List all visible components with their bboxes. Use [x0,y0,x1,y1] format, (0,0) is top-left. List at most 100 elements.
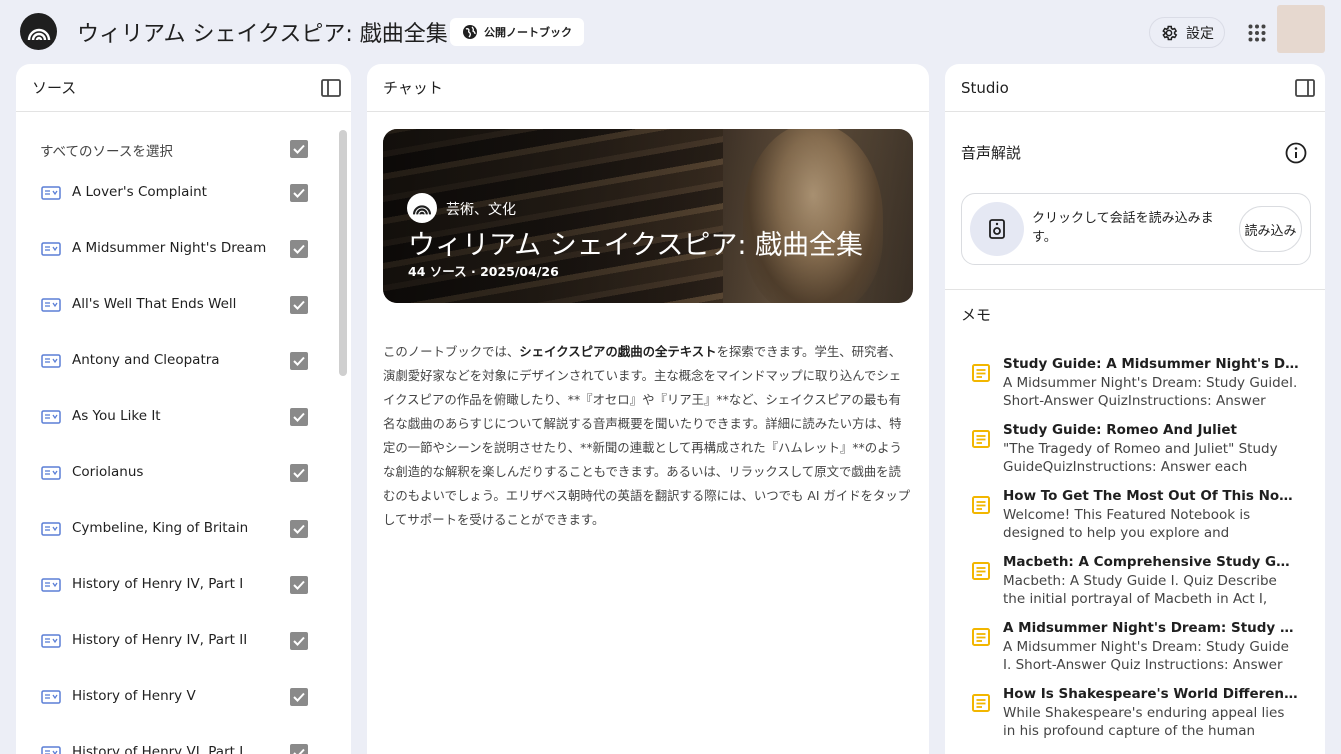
account-avatar[interactable] [1277,5,1325,53]
source-item[interactable]: History of Henry IV, Part II [16,616,336,672]
source-checkbox[interactable] [290,688,308,706]
public-badge-label: 公開ノートブック [484,26,572,39]
source-name: As You Like It [72,408,161,424]
source-item[interactable]: All's Well That Ends Well [16,280,336,336]
memo-title: Macbeth: A Comprehensive Study Guide [1003,554,1299,570]
note-icon [972,430,990,448]
check-icon [293,692,305,702]
source-item[interactable]: As You Like It [16,392,336,448]
source-name: History of Henry VI, Part I [72,744,244,754]
memo-title: How Is Shakespeare's World Different fro… [1003,686,1299,702]
source-checkbox[interactable] [290,744,308,754]
memo-preview: Macbeth: A Study Guide I. Quiz Describe … [1003,573,1277,607]
gear-icon [1162,25,1178,40]
document-icon [41,186,61,200]
studio-heading: Studio [961,78,1009,97]
audio-thumb [970,202,1024,256]
studio-panel: Studio 音声解説 クリックして会話を読み込みます。 読み込み メモ Stu… [945,64,1325,754]
memo-preview: A Midsummer Night's Dream: Study GuideI.… [1003,375,1298,409]
source-name: Antony and Cleopatra [72,352,220,368]
sources-heading: ソース [32,79,77,97]
check-icon [293,300,305,310]
audio-overview-text: クリックして会話を読み込みます。 [1032,211,1214,245]
notebooklm-logo[interactable] [20,13,57,50]
source-name: All's Well That Ends Well [72,296,237,312]
notebook-hero-banner: 芸術、文化 ウィリアム シェイクスピア: 戯曲全集 44 ソース · 2025/… [383,129,913,303]
source-checkbox[interactable] [290,520,308,538]
source-list: すべてのソースを選択 A Lover's Complaint A Midsumme… [16,112,351,754]
source-name: History of Henry V [72,688,196,704]
memo-title: How To Get The Most Out Of This Notebook [1003,488,1299,504]
load-audio-button[interactable]: 読み込み [1239,206,1302,252]
document-icon [41,242,61,256]
chat-panel: チャット 芸術、文化 ウィリアム シェイクスピア: 戯曲全集 44 ソース · … [367,64,929,754]
check-icon [293,412,305,422]
collapse-panel-icon[interactable] [1295,79,1315,97]
document-icon [41,466,61,480]
source-name: Coriolanus [72,464,144,480]
source-checkbox[interactable] [290,464,308,482]
check-icon [293,188,305,198]
chat-heading: チャット [383,79,443,97]
memo-item[interactable]: Study Guide: A Midsummer Night's Dream A … [945,356,1325,422]
note-icon [972,364,990,382]
source-checkbox[interactable] [290,408,308,426]
hero-category: 芸術、文化 [446,202,516,218]
document-icon [41,354,61,368]
memo-title: Study Guide: A Midsummer Night's Dream [1003,356,1299,372]
source-checkbox[interactable] [290,576,308,594]
check-icon [293,636,305,646]
globe-icon [463,25,477,39]
memo-preview: While Shakespeare's enduring appeal lies… [1003,705,1285,739]
audio-overview-card[interactable]: クリックして会話を読み込みます。 読み込み [961,193,1311,265]
info-icon[interactable] [1285,142,1307,164]
source-item[interactable]: Coriolanus [16,448,336,504]
chat-panel-header: チャット [367,64,929,112]
check-icon [293,524,305,534]
source-checkbox[interactable] [290,632,308,650]
check-icon [293,356,305,366]
source-checkbox[interactable] [290,240,308,258]
logo-icon [412,205,432,215]
memo-item[interactable]: A Midsummer Night's Dream: Study Guide A … [945,620,1325,686]
select-all-checkbox[interactable] [290,140,308,158]
note-icon [972,694,990,712]
memo-title: Study Guide: Romeo And Juliet [1003,422,1237,438]
audio-overview-heading: 音声解説 [961,144,1022,162]
hero-title: ウィリアム シェイクスピア: 戯曲全集 [408,230,864,261]
check-icon [293,244,305,254]
memo-item[interactable]: Study Guide: Romeo And Juliet "The Traged… [945,422,1325,488]
source-checkbox[interactable] [290,184,308,202]
hero-meta: 44 ソース · 2025/04/26 [408,264,559,279]
source-item[interactable]: History of Henry VI, Part I [16,728,336,754]
source-checkbox[interactable] [290,352,308,370]
sources-panel-header: ソース [16,64,351,112]
public-notebook-badge[interactable]: 公開ノートブック [450,18,584,46]
memo-preview: A Midsummer Night's Dream: Study Guide I… [1003,639,1289,673]
settings-button[interactable]: 設定 [1149,17,1225,48]
source-item[interactable]: A Midsummer Night's Dream [16,224,336,280]
memo-item[interactable]: How To Get The Most Out Of This Notebook… [945,488,1325,554]
check-icon [293,144,305,154]
source-name: History of Henry IV, Part II [72,632,248,648]
source-checkbox[interactable] [290,296,308,314]
memo-preview: Welcome! This Featured Notebook is desig… [1003,507,1251,541]
source-item[interactable]: A Lover's Complaint [16,168,336,224]
note-icon [972,628,990,646]
source-item[interactable]: Antony and Cleopatra [16,336,336,392]
memo-item[interactable]: Macbeth: A Comprehensive Study Guide Macb… [945,554,1325,620]
source-list-scrollbar[interactable] [339,130,347,376]
note-icon [972,562,990,580]
speaker-icon [989,219,1005,239]
source-item[interactable]: Cymbeline, King of Britain [16,504,336,560]
collapse-panel-icon[interactable] [321,79,341,97]
studio-panel-header: Studio [945,64,1325,112]
hero-logo [407,193,437,223]
source-name: Cymbeline, King of Britain [72,520,249,536]
source-item[interactable]: History of Henry IV, Part I [16,560,336,616]
source-item[interactable]: History of Henry V [16,672,336,728]
document-icon [41,298,61,312]
source-name: History of Henry IV, Part I [72,576,244,592]
memo-item[interactable]: How Is Shakespeare's World Different fro… [945,686,1325,752]
apps-grid-icon[interactable] [1248,24,1266,42]
